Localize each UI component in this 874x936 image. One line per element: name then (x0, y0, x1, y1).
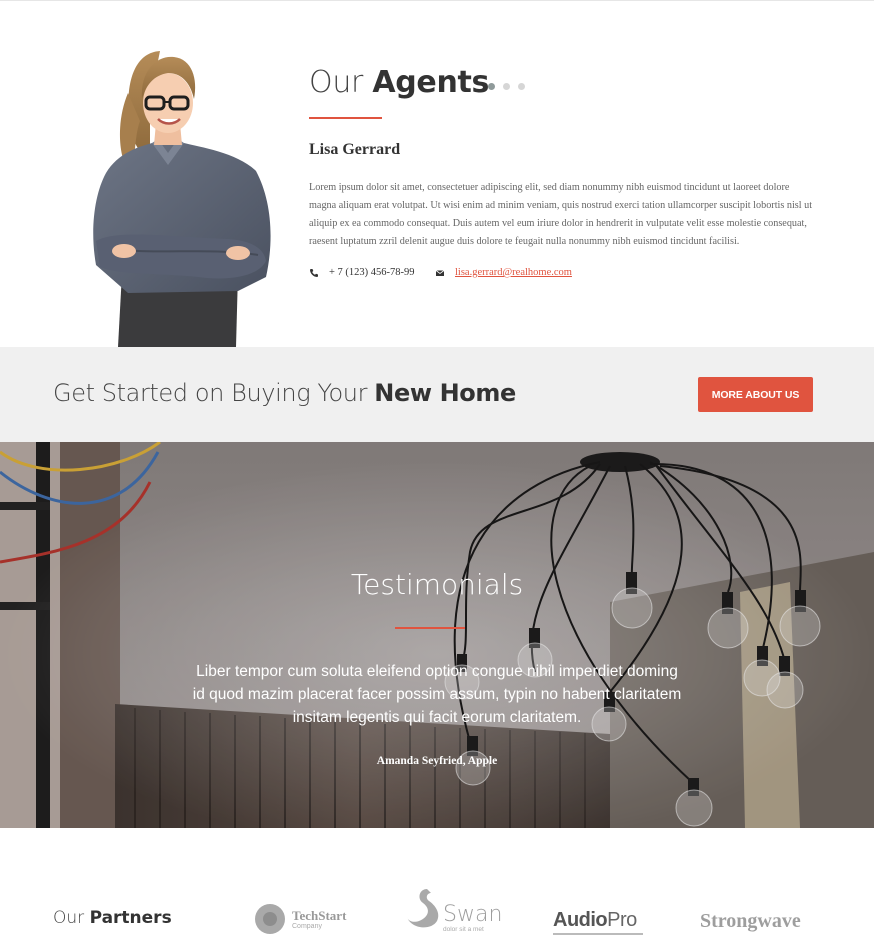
agent-name: Lisa Gerrard (309, 141, 401, 158)
testimonials-background-photo (0, 442, 874, 828)
swan-logo-icon (407, 889, 439, 928)
testimonials-underline (395, 627, 465, 629)
carousel-dot-2[interactable] (503, 83, 510, 90)
agents-heading-underline (309, 117, 382, 119)
swan-sub: dolor sit a met (443, 926, 484, 933)
testimonial-quote: Liber tempor cum soluta eleifend option … (192, 663, 682, 726)
testimonial-author: Amanda Seyfried, Apple (376, 755, 498, 767)
agent-photo (93, 51, 271, 347)
agents-heading-light: Our (309, 65, 364, 100)
techstart-name: TechStart (292, 907, 347, 923)
agent-phone-number: + 7 (123) 456-78-99 (329, 267, 415, 278)
audiopro-pro: Pro (607, 909, 637, 931)
swan-name: Swan (443, 902, 503, 927)
partner-logo-techstart[interactable]: TechStart Company (255, 904, 346, 934)
partner-logo-swan[interactable]: Swan dolor sit a met (405, 887, 502, 933)
carousel-dot-3[interactable] (518, 83, 525, 90)
testimonials-section: Testimonials Liber tempor cum soluta ele… (0, 442, 874, 828)
agent-phone: + 7 (123) 456-78-99 (309, 267, 415, 278)
agents-section: Our Agents Lisa Gerrard Lorem ipsum dolo… (0, 1, 874, 347)
envelope-icon (435, 269, 445, 276)
phone-icon (310, 268, 318, 277)
audiopro-underline (553, 933, 643, 935)
partners-section: Our Partners TechStart Company Swan dolo… (0, 828, 874, 936)
audiopro-audio: Audio (553, 909, 608, 931)
cta-heading-light: Get Started on Buying Your (53, 379, 368, 407)
agents-heading-bold: Agents (372, 65, 490, 100)
testimonials-heading: Testimonials (350, 568, 524, 601)
agent-email-link[interactable]: lisa.gerrard@realhome.com (455, 267, 572, 278)
partner-logo-audiopro[interactable]: AudioPro (553, 909, 643, 935)
agent-email: lisa.gerrard@realhome.com (435, 267, 572, 278)
more-about-us-button[interactable]: MORE ABOUT US (698, 377, 813, 412)
techstart-logo-icon (255, 904, 285, 934)
partner-logo-strongwave[interactable]: Strongwave (700, 910, 801, 933)
partners-heading: Our Partners (53, 908, 172, 928)
cta-band: Get Started on Buying Your New Home MORE… (0, 347, 874, 442)
cta-heading: Get Started on Buying Your New Home (53, 379, 516, 407)
carousel-dot-1[interactable] (488, 83, 495, 90)
agent-carousel-dots (488, 83, 525, 90)
partners-heading-bold: Partners (89, 908, 172, 928)
agents-heading: Our Agents (309, 65, 489, 100)
partners-heading-light: Our (53, 908, 85, 928)
cta-heading-bold: New Home (374, 379, 516, 407)
agent-bio: Lorem ipsum dolor sit amet, consectetuer… (309, 182, 813, 247)
techstart-sub: Company (292, 922, 322, 930)
